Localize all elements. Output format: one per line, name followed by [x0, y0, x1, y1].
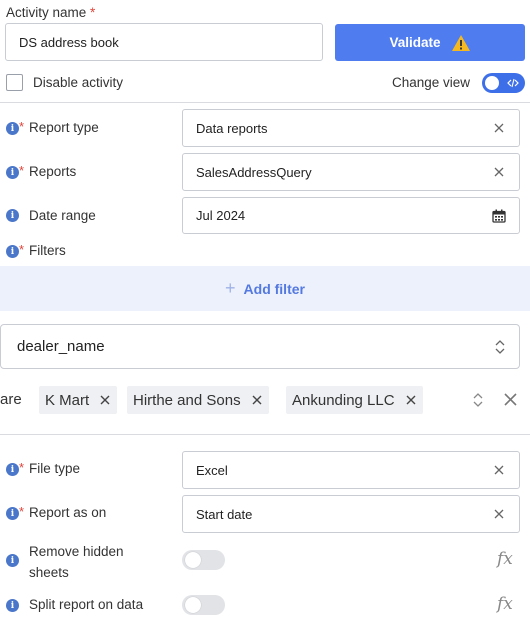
toggle-knob: [485, 76, 499, 90]
remove-chip-icon[interactable]: [405, 394, 417, 406]
report-as-on-select[interactable]: Start date: [182, 495, 520, 533]
file-type-label: File type: [29, 461, 81, 476]
toggle-knob: [185, 552, 201, 568]
reports-select[interactable]: SalesAddressQuery: [182, 153, 520, 191]
date-range-label: Date range: [29, 208, 96, 223]
remove-hidden-sheets-label: Remove hidden sheets: [29, 544, 124, 580]
filter-value-chip: Ankunding LLC: [286, 386, 423, 414]
clear-icon[interactable]: [492, 507, 506, 521]
remove-chip-icon[interactable]: [99, 394, 111, 406]
sort-chevron-icon: [495, 339, 505, 354]
filter-value-chip: Hirthe and Sons: [127, 386, 269, 414]
required-marker: *: [19, 163, 25, 178]
filters-label: Filters: [29, 243, 66, 258]
change-view-label: Change view: [392, 75, 471, 90]
info-icon[interactable]: i: [6, 507, 19, 520]
add-filter-button[interactable]: + Add filter: [0, 266, 530, 311]
sort-chevron-icon[interactable]: [472, 392, 484, 408]
filter-value-chip: K Mart: [39, 386, 118, 414]
clear-icon[interactable]: [492, 165, 506, 179]
info-icon[interactable]: i: [6, 599, 19, 612]
required-marker: *: [19, 460, 25, 475]
disable-activity-label: Disable activity: [33, 75, 124, 90]
activity-name-label: Activity name *: [6, 5, 96, 20]
info-icon[interactable]: i: [6, 245, 19, 258]
formula-icon[interactable]: fx: [497, 594, 513, 614]
activity-name-input[interactable]: DS address book: [5, 23, 323, 61]
report-type-label: Report type: [29, 120, 99, 135]
toggle-knob: [185, 597, 201, 613]
info-icon[interactable]: i: [6, 209, 19, 222]
warning-icon: [451, 34, 470, 51]
reports-label: Reports: [29, 164, 77, 179]
section-divider: [0, 102, 530, 103]
clear-icon[interactable]: [492, 121, 506, 135]
clear-all-icon[interactable]: [503, 392, 518, 407]
required-marker: *: [19, 119, 25, 134]
report-as-on-label: Report as on: [29, 505, 107, 520]
report-type-select[interactable]: Data reports: [182, 109, 520, 147]
split-report-label: Split report on data: [29, 597, 144, 612]
info-icon[interactable]: i: [6, 554, 19, 567]
change-view-toggle[interactable]: [482, 73, 525, 93]
required-marker: *: [19, 504, 25, 519]
disable-activity-checkbox[interactable]: [6, 74, 23, 91]
filter-field-select[interactable]: dealer_name: [0, 324, 520, 369]
remove-chip-icon[interactable]: [251, 394, 263, 406]
split-report-toggle[interactable]: [182, 595, 225, 615]
clear-icon[interactable]: [492, 463, 506, 477]
filter-operator: are: [0, 391, 22, 408]
info-icon[interactable]: i: [6, 122, 19, 135]
plus-icon: +: [225, 278, 236, 298]
code-icon: [507, 78, 519, 88]
remove-hidden-sheets-toggle[interactable]: [182, 550, 225, 570]
date-range-input[interactable]: Jul 2024: [182, 197, 520, 234]
info-icon[interactable]: i: [6, 166, 19, 179]
formula-icon[interactable]: fx: [497, 549, 513, 569]
calendar-icon[interactable]: [492, 209, 506, 223]
validate-button[interactable]: Validate: [335, 24, 525, 61]
required-marker: *: [19, 242, 25, 257]
file-type-select[interactable]: Excel: [182, 451, 520, 489]
section-divider: [0, 434, 530, 435]
info-icon[interactable]: i: [6, 463, 19, 476]
